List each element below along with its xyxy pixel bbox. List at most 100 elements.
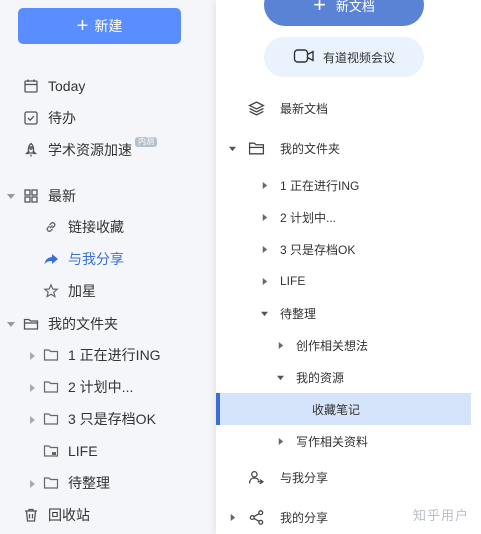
calendar-icon (23, 78, 39, 94)
chevron-right-icon[interactable] (259, 212, 269, 222)
tree-item-my-folder[interactable]: 我的文件夹 (247, 133, 340, 163)
sidebar-item-label: 加星 (68, 283, 96, 299)
sidebar-item-today[interactable]: Today (23, 74, 85, 98)
folder-icon (43, 475, 59, 491)
tree-item-label: 3 只是存档OK (280, 242, 356, 257)
plus-icon: + (76, 15, 89, 37)
share-arrow-icon (43, 251, 59, 267)
tree-item-label: 收藏笔记 (312, 402, 361, 417)
sidebar-item-label: 链接收藏 (68, 219, 124, 235)
sidebar-item-label: 1 正在进行ING (68, 347, 161, 363)
sidebar-item-label: 3 只是存档OK (68, 411, 156, 427)
users-share-icon (247, 468, 265, 486)
tree-item-folder-life[interactable]: LIFE (280, 266, 305, 296)
chevron-right-icon[interactable] (27, 415, 37, 425)
tree-item-shared-with-me[interactable]: 与我分享 (247, 462, 328, 492)
tree-item-label: 与我分享 (280, 470, 329, 485)
sidebar-item-label: 我的文件夹 (48, 316, 118, 332)
sidebar-item-label: 最新 (48, 188, 76, 204)
sidebar-item-label: 2 计划中... (68, 379, 134, 395)
tree-item-label: 我的文件夹 (280, 141, 341, 156)
tree-item-label: 创作相关想法 (296, 338, 369, 353)
video-meeting-button[interactable]: 有道视频会议 (264, 37, 424, 77)
tree-item-label: 写作相关资料 (296, 434, 369, 449)
tree-item-folder-5b[interactable]: 我的资源 (296, 362, 344, 392)
sidebar-item-todo[interactable]: 待办 (23, 106, 76, 130)
new-doc-button[interactable]: + 新文档 (264, 0, 424, 26)
chevron-right-icon[interactable] (259, 180, 269, 190)
tree-item-folder-5[interactable]: 待整理 (280, 298, 316, 328)
chevron-right-icon[interactable] (27, 351, 37, 361)
chevron-down-icon[interactable] (275, 372, 285, 382)
tree-item-folder-3[interactable]: 3 只是存档OK (280, 234, 355, 264)
share-nodes-icon (247, 508, 265, 526)
chevron-down-icon[interactable] (259, 308, 269, 318)
sidebar-item-folder-1[interactable]: 1 正在进行ING (43, 343, 161, 367)
video-meeting-label: 有道视频会议 (322, 50, 395, 65)
trash-icon (23, 507, 39, 523)
tree-item-label: 待整理 (280, 306, 317, 321)
new-doc-label: 新文档 (335, 0, 375, 14)
sidebar-item-shared-with-me[interactable]: 与我分享 (43, 247, 124, 271)
folder-icon (43, 347, 59, 363)
layers-icon (247, 99, 265, 117)
tree-item-folder-5a[interactable]: 创作相关想法 (296, 330, 368, 360)
tree-item-folder-2[interactable]: 2 计划中... (280, 202, 336, 232)
sidebar-item-label: 待整理 (68, 475, 110, 491)
tree-item-label: 我的资源 (296, 370, 345, 385)
sidebar-item-folder-life[interactable]: LIFE (43, 439, 98, 463)
chevron-right-icon[interactable] (227, 512, 237, 522)
sidebar-item-starred[interactable]: 加星 (43, 279, 96, 303)
rocket-icon (23, 142, 39, 158)
tree-item-label: 1 正在进行ING (280, 178, 360, 193)
scrollbar[interactable] (471, 0, 481, 534)
chevron-right-icon[interactable] (27, 479, 37, 489)
sidebar-item-label: Today (48, 78, 86, 94)
chevron-down-icon[interactable] (6, 319, 16, 329)
sidebar-item-label: 待办 (48, 110, 76, 126)
tree-item-label: 最新文档 (280, 101, 329, 116)
folder-icon (43, 411, 59, 427)
folder-icon (247, 139, 265, 157)
chevron-down-icon[interactable] (227, 143, 237, 153)
chevron-right-icon[interactable] (275, 436, 285, 446)
sidebar-item-recent[interactable]: 最新 (23, 184, 76, 208)
tree-item-my-shares[interactable]: 我的分享 (247, 502, 328, 532)
star-icon (43, 283, 59, 299)
tree-item-recent-docs[interactable]: 最新文档 (247, 93, 328, 123)
new-button[interactable]: + 新建 (18, 8, 181, 44)
video-camera-icon (293, 47, 315, 68)
folder-icon (23, 316, 39, 332)
sidebar-item-label: LIFE (68, 443, 98, 459)
sidebar-item-label: 回收站 (48, 507, 90, 523)
tree-item-label: 2 计划中... (280, 210, 337, 225)
chevron-down-icon[interactable] (6, 191, 16, 201)
sidebar-item-label: 与我分享 (68, 251, 124, 267)
tree-item-label: 我的分享 (280, 510, 329, 525)
chevron-right-icon[interactable] (259, 244, 269, 254)
folder-icon (43, 379, 59, 395)
grid-icon (23, 188, 39, 204)
chevron-right-icon[interactable] (27, 383, 37, 393)
sidebar-item-link-collect[interactable]: 链接收藏 (43, 215, 124, 239)
chevron-right-icon[interactable] (259, 276, 269, 286)
sidebar-item-trash[interactable]: 回收站 (23, 503, 90, 527)
link-icon (43, 219, 59, 235)
sidebar-item-my-folder[interactable]: 我的文件夹 (23, 312, 118, 336)
locked-folder-icon (43, 443, 59, 459)
tree-item-folder-5b1[interactable]: 收藏笔记 (312, 394, 360, 424)
sidebar-item-folder-2[interactable]: 2 计划中... (43, 375, 133, 399)
chevron-right-icon[interactable] (275, 340, 285, 350)
tree-item-folder-1[interactable]: 1 正在进行ING (280, 170, 359, 200)
tree-item-folder-5c[interactable]: 写作相关资料 (296, 426, 368, 456)
sidebar-item-folder-5[interactable]: 待整理 (43, 471, 110, 495)
checkbox-icon (23, 110, 39, 126)
sidebar-item-label: 学术资源加速 (48, 142, 132, 158)
left-sidebar: + 新建 Today 待办 学术资源加速 内测 最新 链接收藏 与我分享 加星 … (0, 0, 216, 534)
watermark: 知乎用户 (412, 508, 469, 523)
tree-item-label: LIFE (280, 274, 306, 288)
sidebar-item-academic[interactable]: 学术资源加速 内测 (23, 137, 157, 162)
sidebar-item-folder-3[interactable]: 3 只是存档OK (43, 407, 156, 431)
plus-icon: + (313, 0, 326, 17)
beta-badge: 内测 (135, 137, 157, 147)
